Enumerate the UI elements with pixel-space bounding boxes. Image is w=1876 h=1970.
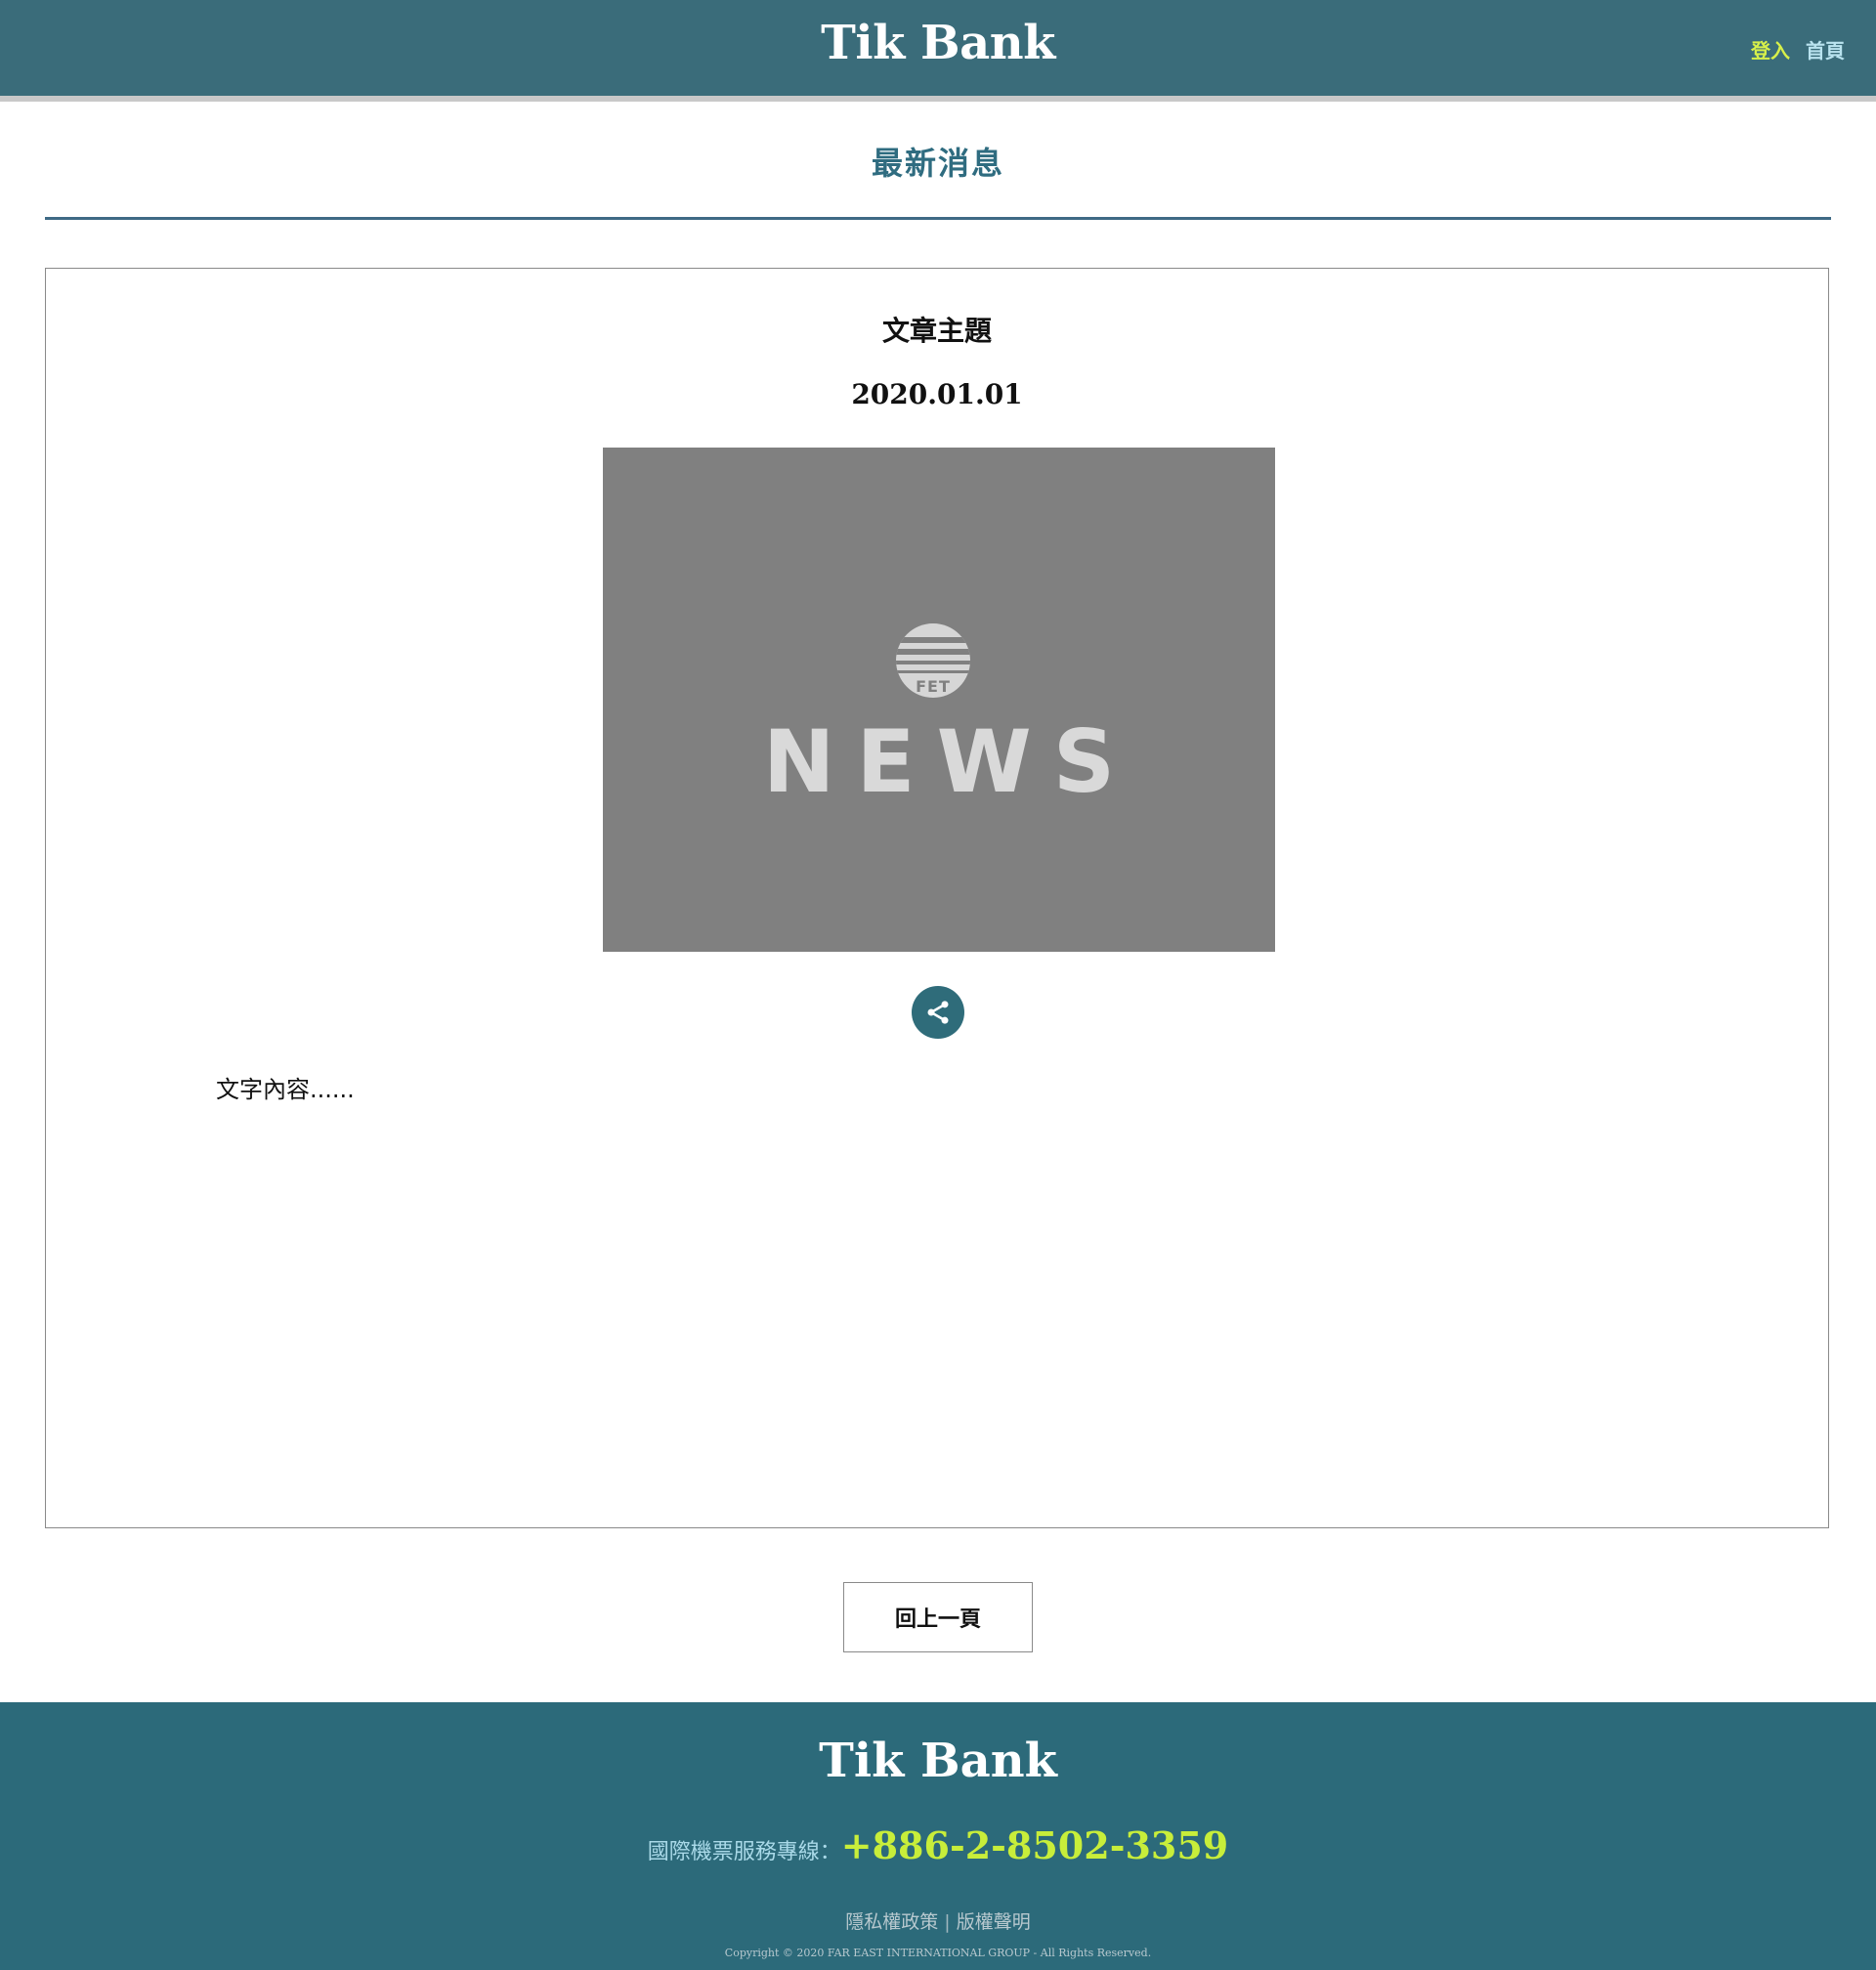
share-icon xyxy=(927,1001,949,1024)
phone-label: 國際機票服務專線： xyxy=(647,1840,841,1864)
article-image: FET NEWS xyxy=(603,448,1275,952)
site-footer: Tik Bank 國際機票服務專線：+886-2-8502-3359 隱私權政策… xyxy=(0,1702,1876,1970)
copyright-notice-link[interactable]: 版權聲明 xyxy=(957,1911,1031,1933)
title-divider xyxy=(45,217,1831,220)
page-title: 最新消息 xyxy=(871,145,1004,182)
site-logo[interactable]: Tik Bank xyxy=(0,16,1876,70)
header-nav: 登入 首頁 xyxy=(1751,35,1845,64)
article-body: 文字內容...... xyxy=(216,1076,355,1103)
privacy-policy-link[interactable]: 隱私權政策 xyxy=(845,1911,938,1933)
share-button[interactable] xyxy=(912,986,964,1039)
article-title: 文章主題 xyxy=(881,315,992,347)
fet-logo-text: FET xyxy=(916,677,951,696)
site-header: Tik Bank 登入 首頁 xyxy=(0,0,1876,102)
fet-logo-icon: FET xyxy=(896,623,970,698)
link-separator: | xyxy=(944,1911,951,1933)
news-image-text: NEWS xyxy=(762,711,1137,812)
footer-logo: Tik Bank xyxy=(819,1734,1057,1788)
phone-number[interactable]: +886-2-8502-3359 xyxy=(841,1823,1228,1867)
home-link[interactable]: 首頁 xyxy=(1806,35,1845,64)
back-button[interactable]: 回上一頁 xyxy=(843,1582,1033,1652)
login-link[interactable]: 登入 xyxy=(1751,35,1790,64)
footer-links: 隱私權政策 | 版權聲明 xyxy=(0,1907,1876,1934)
copyright-text: Copyright © 2020 FAR EAST INTERNATIONAL … xyxy=(724,1947,1152,1959)
footer-phone: 國際機票服務專線：+886-2-8502-3359 xyxy=(0,1823,1876,1867)
article-date: 2020.01.01 xyxy=(851,378,1023,410)
article-card: 文章主題 2020.01.01 FET NEWS 文字內容...... xyxy=(45,268,1829,1528)
